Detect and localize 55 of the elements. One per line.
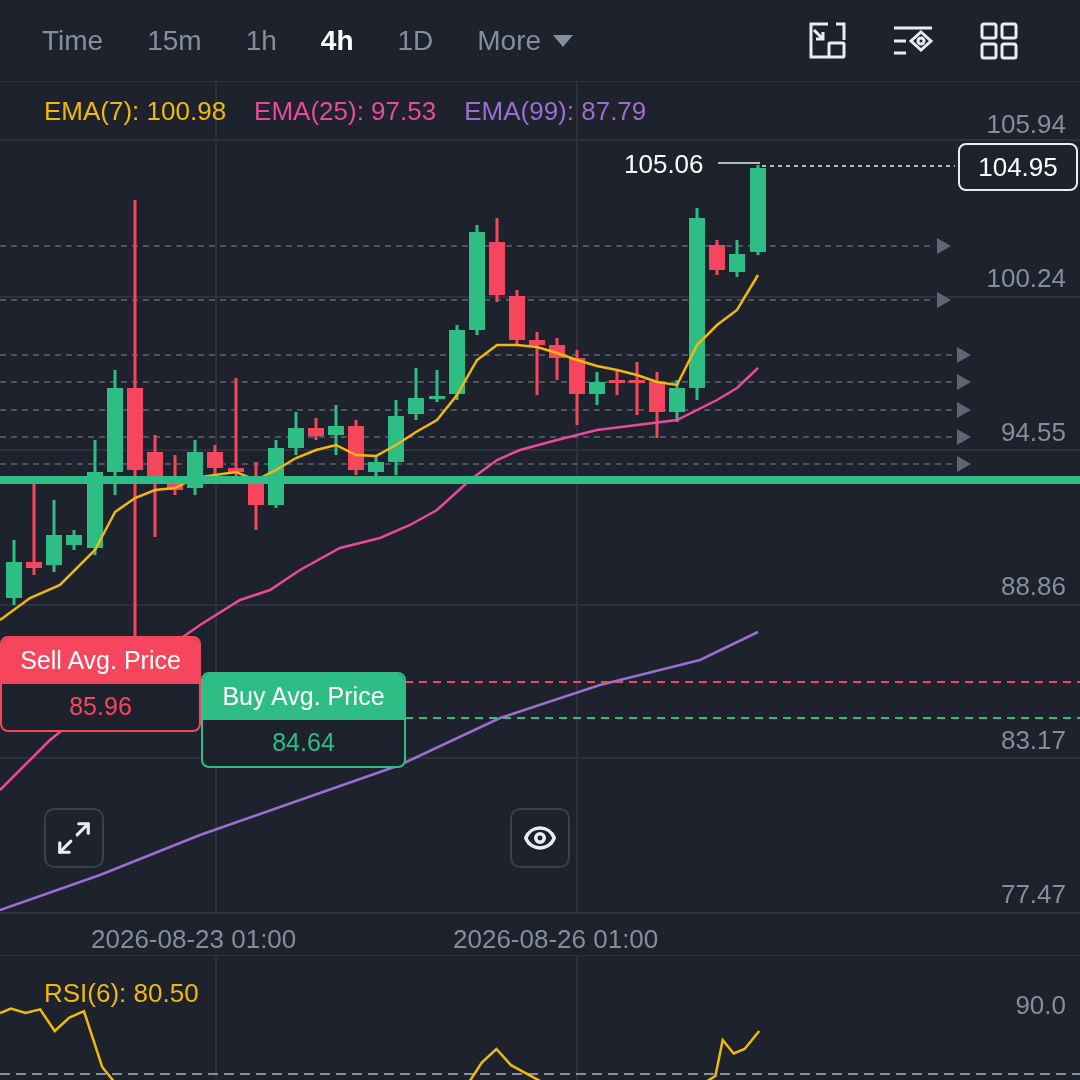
last-price-tag: 104.95 xyxy=(958,143,1078,191)
caret-icon xyxy=(553,34,574,47)
picture-in-picture-icon[interactable] xyxy=(808,21,846,60)
timeframe-tab[interactable]: 15m xyxy=(147,19,202,62)
price-axis-label: 77.47 xyxy=(1000,878,1066,910)
price-axis-label: 94.55 xyxy=(1000,416,1066,448)
price-axis-label: 100.24 xyxy=(986,262,1066,294)
candlestick xyxy=(167,455,183,495)
price-axis-label: 88.86 xyxy=(1000,570,1066,602)
candlestick xyxy=(669,380,685,422)
leader-line xyxy=(717,162,761,164)
candlestick xyxy=(6,540,22,605)
candlestick xyxy=(187,440,203,495)
timeframe-tab[interactable]: 1h xyxy=(245,19,277,62)
candlestick xyxy=(649,372,665,438)
rsi-value: RSI(6): 80.50 xyxy=(44,977,199,1010)
grid-layout-icon[interactable] xyxy=(980,21,1018,60)
indicator-value: EMA(7): 100.98 xyxy=(44,95,227,128)
candlestick xyxy=(629,362,645,415)
sell-average-value: 85.96 xyxy=(69,691,132,723)
time-axis-label: 2026-08-26 01:00 xyxy=(453,923,659,956)
timeframe-tab[interactable]: 1D xyxy=(397,19,434,62)
time-axis-label: 2026-08-23 01:00 xyxy=(91,923,297,956)
timeframe-tab[interactable]: Time xyxy=(42,19,104,62)
candlestick xyxy=(609,370,625,395)
price-axis-label: 83.17 xyxy=(1000,724,1066,756)
buy-average-title: Buy Avg. Price xyxy=(222,681,385,713)
expand-icon xyxy=(55,819,93,857)
timeframe-tab[interactable]: 4h xyxy=(320,19,354,62)
high-price-label: 105.06 xyxy=(624,148,704,180)
visibility-button[interactable] xyxy=(510,808,570,868)
candlestick xyxy=(509,290,525,345)
candlestick xyxy=(328,405,344,455)
candlestick xyxy=(549,338,565,380)
candlestick xyxy=(248,462,264,530)
indicator-value: EMA(99): 87.79 xyxy=(464,95,647,128)
buy-average-value: 84.64 xyxy=(272,727,335,759)
sell-average-title: Sell Avg. Price xyxy=(20,645,181,677)
price-axis-label: 105.94 xyxy=(986,108,1066,140)
expand-button[interactable] xyxy=(44,808,104,868)
indicator-value: EMA(25): 97.53 xyxy=(254,95,437,128)
candlestick xyxy=(529,332,545,395)
candlestick xyxy=(429,370,445,402)
candlestick xyxy=(709,240,725,275)
candlestick xyxy=(589,372,605,405)
candlestick xyxy=(288,412,304,455)
candlestick xyxy=(46,500,62,572)
candlestick xyxy=(348,420,364,475)
rsi-axis-label: 90.0 xyxy=(1015,989,1066,1022)
candlestick xyxy=(66,530,82,550)
candlestick xyxy=(368,455,384,476)
more-dropdown[interactable]: More xyxy=(477,19,574,62)
candlestick xyxy=(729,240,745,277)
candlestick xyxy=(308,418,324,440)
candlestick xyxy=(408,368,424,420)
